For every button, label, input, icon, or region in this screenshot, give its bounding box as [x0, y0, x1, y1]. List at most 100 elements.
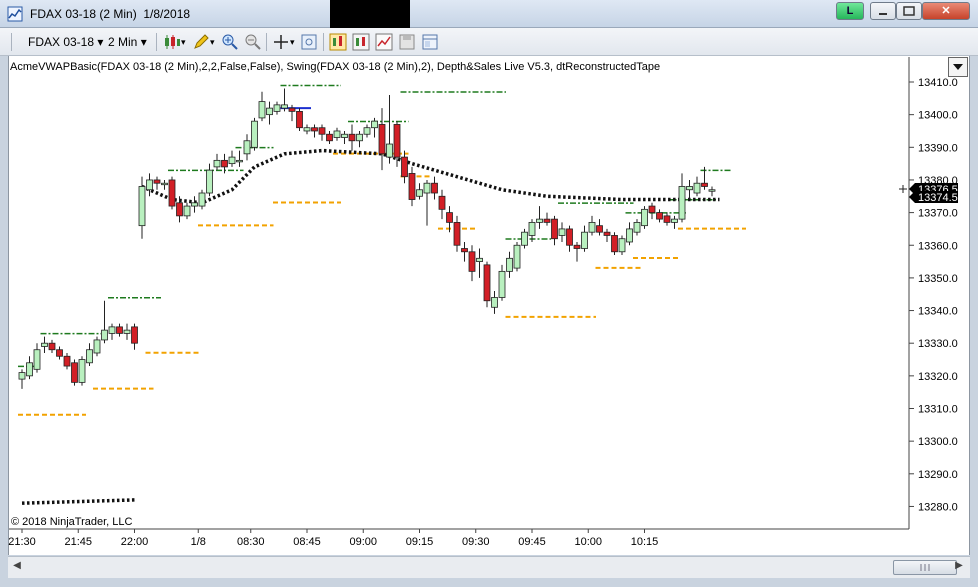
candle-down — [483, 264, 491, 302]
candle-up — [371, 120, 378, 129]
candle-up — [93, 339, 101, 354]
candle-up — [708, 189, 716, 192]
chart-menu-button[interactable] — [948, 57, 968, 77]
time-tick-label: 09:15 — [406, 536, 434, 548]
price-tick-label: 13300.0 — [918, 436, 958, 448]
price-tick-label: 13320.0 — [918, 371, 958, 383]
candle-up — [123, 329, 131, 334]
candle-up — [671, 218, 678, 223]
price-tag-label: 13374.5 — [918, 192, 958, 204]
candle-up — [41, 342, 48, 347]
candle-up — [86, 349, 93, 364]
candle-up — [243, 140, 251, 155]
time-tick-label: 1/8 — [191, 536, 206, 548]
candle-down — [116, 326, 123, 334]
time-tick-label: 09:45 — [518, 536, 546, 548]
candle-down — [63, 355, 71, 367]
candle-up — [251, 120, 258, 148]
candle-up — [101, 329, 108, 341]
candle-up — [528, 221, 536, 236]
candle-up — [333, 130, 341, 138]
candle-up — [506, 257, 513, 272]
candle-up — [303, 127, 311, 132]
candle-up — [161, 182, 168, 186]
candle-up — [686, 186, 693, 191]
candle-up — [78, 359, 86, 383]
price-tick-label: 13390.0 — [918, 142, 958, 154]
copyright-label: © 2018 NinjaTrader, LLC — [11, 516, 133, 528]
candle-down — [438, 195, 446, 210]
candle-up — [641, 208, 648, 227]
candle-up — [198, 192, 206, 207]
candle-up — [146, 179, 153, 191]
candle-up — [183, 205, 191, 217]
candle-up — [363, 127, 371, 135]
candle-up — [18, 372, 26, 380]
candle-up — [521, 231, 528, 246]
candle-up — [491, 297, 498, 308]
price-axis: 13280.0 13290.0 13300.0 13310.0 13320.0 13330… — [9, 57, 958, 530]
candle-down — [378, 124, 386, 155]
candle-down — [131, 326, 138, 344]
candle-up — [213, 159, 221, 168]
candle-up — [341, 133, 348, 138]
candle-up — [581, 231, 588, 249]
candle-up — [356, 133, 363, 142]
candle-up — [281, 104, 288, 109]
time-tick-label: 09:30 — [462, 536, 490, 548]
candle-down — [573, 244, 581, 249]
price-tick-label: 13330.0 — [918, 338, 958, 350]
candle-up — [588, 221, 596, 233]
candle-up — [258, 101, 266, 119]
time-tick-label: 21:45 — [64, 536, 92, 548]
price-tick-label: 13370.0 — [918, 208, 958, 220]
time-tick-label: 10:00 — [574, 536, 602, 548]
candle-down — [56, 349, 63, 357]
candle-down — [71, 362, 78, 383]
candle-down — [348, 133, 356, 142]
time-tick-label: 10:15 — [631, 536, 659, 548]
candle-down — [461, 248, 468, 253]
vwap-segment — [21, 498, 135, 505]
candle-up — [236, 159, 243, 163]
candle-up — [266, 107, 273, 116]
candle-up — [633, 221, 641, 233]
candle-down — [221, 159, 228, 168]
candle-down — [566, 228, 573, 246]
candle-up — [108, 326, 116, 334]
candle-up — [558, 228, 566, 236]
candle-down — [401, 156, 408, 178]
swing-low-lines — [18, 152, 746, 416]
candle-up — [206, 169, 213, 194]
candle-up — [416, 189, 423, 197]
candle-down — [311, 127, 318, 132]
candle-down — [701, 182, 708, 187]
candle-up — [33, 349, 41, 370]
candle-down — [48, 342, 56, 351]
time-tick-label: 08:45 — [293, 536, 321, 548]
price-tick-label: 13310.0 — [918, 404, 958, 416]
price-chart[interactable]: 13280.0 13290.0 13300.0 13310.0 13320.0 13330… — [0, 0, 978, 587]
candle-up — [678, 186, 686, 220]
price-tick-label: 13280.0 — [918, 501, 958, 513]
candle-down — [326, 133, 333, 142]
candle-up — [618, 238, 626, 253]
candle-down — [318, 127, 326, 135]
candle-down — [663, 215, 671, 223]
time-tick-label: 08:30 — [237, 536, 265, 548]
candle-down — [648, 205, 656, 214]
last-price-tags: 13376.513374.5 — [899, 183, 958, 204]
candle-down — [603, 231, 611, 236]
candle-down — [611, 235, 618, 253]
candle-down — [468, 251, 476, 272]
candle-down — [453, 221, 461, 246]
candle-down — [656, 212, 663, 220]
candle-down — [393, 124, 401, 158]
candle-up — [273, 104, 281, 112]
candle-down — [543, 218, 551, 223]
price-tick-label: 13290.0 — [918, 469, 958, 481]
chevron-down-icon — [953, 64, 963, 70]
candle-up — [228, 156, 236, 165]
price-tick-label: 13350.0 — [918, 273, 958, 285]
price-tick-label: 13360.0 — [918, 240, 958, 252]
